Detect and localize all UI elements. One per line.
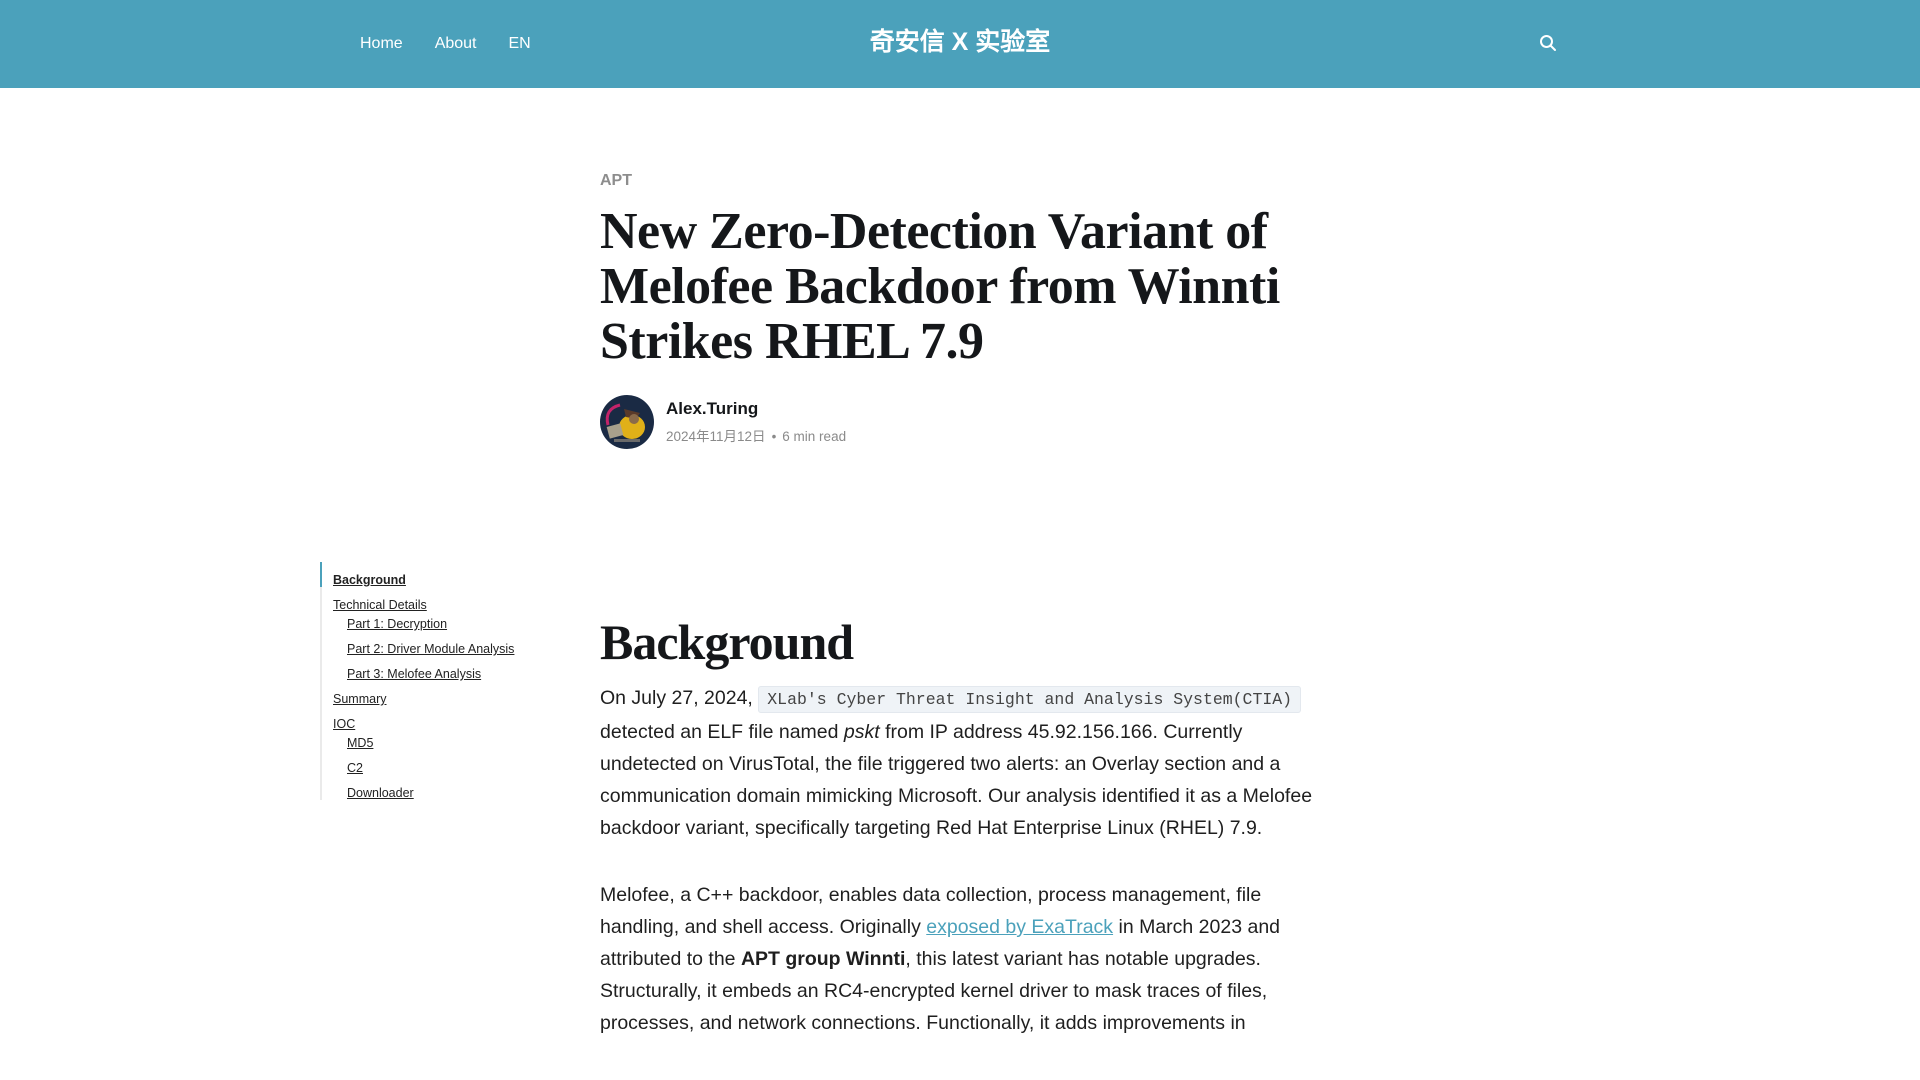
toc-item-part-3[interactable]: Part 3: Melofee Analysis [347,667,560,681]
toc-item-part-1[interactable]: Part 1: Decryption [347,617,560,631]
avatar-image [600,395,654,449]
inline-code-ctia: XLab's Cyber Threat Insight and Analysis… [758,686,1302,713]
toc-item-part-2[interactable]: Part 2: Driver Module Analysis [347,642,560,656]
p1-text-1: On July 27, 2024, [600,687,759,709]
post-category[interactable]: APT [600,172,632,190]
toc-item-c2[interactable]: C2 [347,761,560,775]
post-date: 2024年11月12日 [666,429,766,444]
toc-active-marker [320,562,322,587]
p1-text-2: detected an ELF file named [600,721,844,743]
post-content: Background On July 27, 2024, XLab's Cybe… [600,612,1340,1074]
toc-item-downloader[interactable]: Downloader [347,786,560,800]
main-nav: Home About EN [360,0,563,88]
author-avatar[interactable] [600,395,654,449]
site-logo-title[interactable]: 奇安信 X 实验室 [870,28,1051,56]
paragraph-2: Melofee, a C++ backdoor, enables data co… [600,879,1340,1039]
toc-item-summary[interactable]: Summary [333,692,560,706]
author-name[interactable]: Alex.Turing [666,399,846,419]
search-button[interactable] [1536,31,1560,55]
nav-home[interactable]: Home [360,35,403,53]
nav-about[interactable]: About [435,35,477,53]
toc-item-technical-details[interactable]: Technical Details [333,598,560,612]
paragraph-1: On July 27, 2024, XLab's Cyber Threat In… [600,682,1340,844]
toc-item-md5[interactable]: MD5 [347,736,560,750]
post-meta: 2024年11月12日 • 6 min read [666,425,846,445]
toc-item-ioc[interactable]: IOC [333,717,560,731]
p1-filename: pskt [843,721,880,743]
p2-apt-group: APT group Winnti [740,948,906,970]
post-title: New Zero-Detection Variant of Melofee Ba… [600,203,1280,370]
nav-language[interactable]: EN [509,35,531,53]
search-icon [1540,35,1556,51]
exatrack-link[interactable]: exposed by ExaTrack [926,916,1113,938]
author-info: Alex.Turing 2024年11月12日 • 6 min read [666,399,846,445]
table-of-contents: Background Technical Details Part 1: Dec… [320,562,560,800]
site-brand-wrap: 奇安信 X 实验室 [0,22,1920,58]
author-block: Alex.Turing 2024年11月12日 • 6 min read [600,395,846,449]
toc-item-background[interactable]: Background [333,573,560,587]
meta-separator: • [771,429,777,444]
section-heading-background: Background [600,614,854,670]
read-time: 6 min read [782,429,847,444]
site-header: Home About EN 奇安信 X 实验室 [0,0,1920,88]
